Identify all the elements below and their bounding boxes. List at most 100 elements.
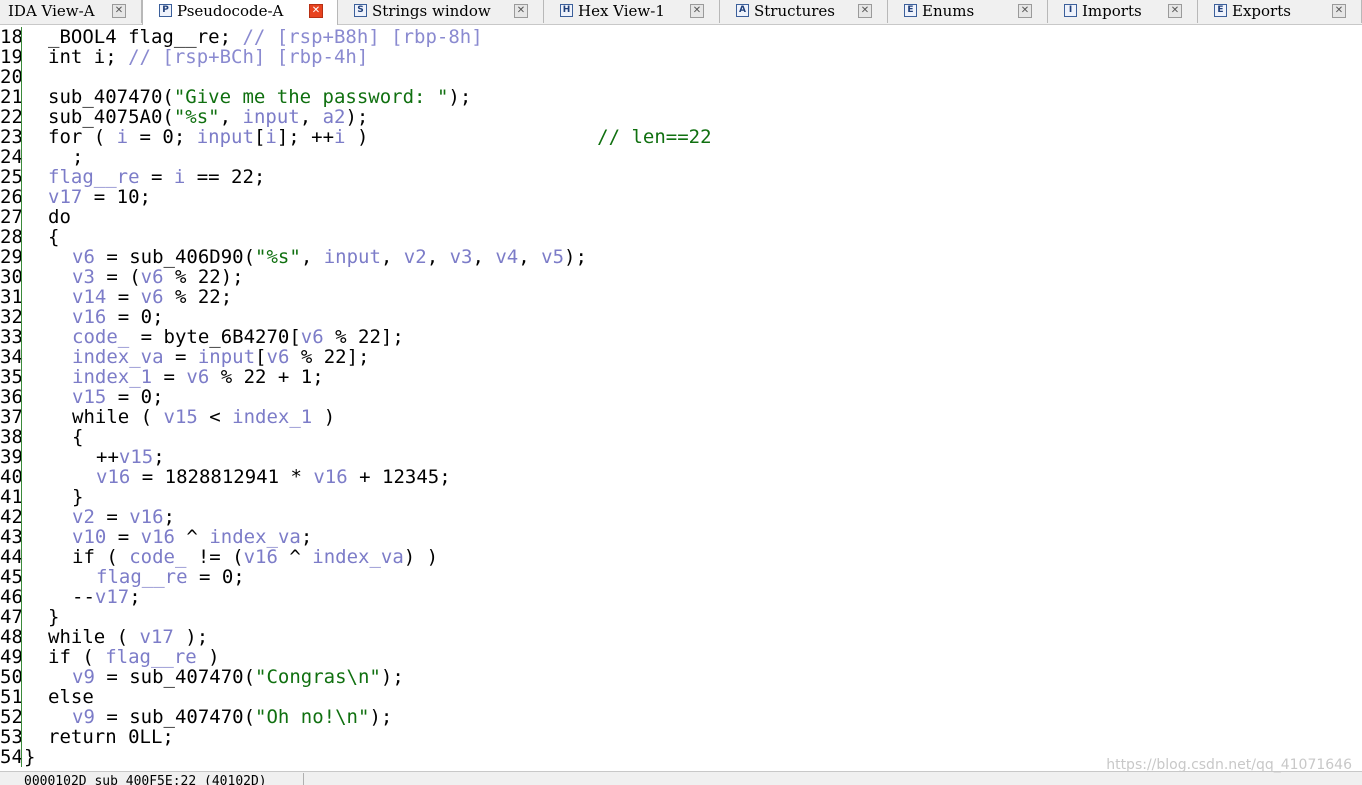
code-line[interactable]: 22 sub_4075A0("%s", input, a2); (0, 107, 1362, 127)
tab-strings-window[interactable]: S Strings window ✕ (338, 0, 544, 23)
variable-token[interactable]: a2 (323, 106, 346, 128)
code-line[interactable]: 44 if ( code_ != (v16 ^ index_va) ) (0, 547, 1362, 567)
variable-token[interactable]: v15 (119, 446, 153, 468)
code-line[interactable]: 46 --v17; (0, 587, 1362, 607)
code-line[interactable]: 50 v9 = sub_407470("Congras\n"); (0, 667, 1362, 687)
variable-token[interactable]: v16 (313, 466, 347, 488)
close-icon[interactable]: ✕ (858, 4, 872, 18)
code-line[interactable]: 33 code_ = byte_6B4270[v6 % 22]; (0, 327, 1362, 347)
code-line[interactable]: 30 v3 = (v6 % 22); (0, 267, 1362, 287)
code-line[interactable]: 32 v16 = 0; (0, 307, 1362, 327)
code-line[interactable]: 48 while ( v17 ); (0, 627, 1362, 647)
variable-token[interactable]: v2 (404, 246, 427, 268)
variable-token[interactable]: v9 (72, 666, 95, 688)
variable-token[interactable]: index_1 (232, 406, 312, 428)
variable-token[interactable]: index_va (312, 546, 404, 568)
code-line[interactable]: 26 v17 = 10; (0, 187, 1362, 207)
variable-token[interactable]: v15 (164, 406, 198, 428)
code-line[interactable]: 43 v10 = v16 ^ index_va; (0, 527, 1362, 547)
tab-structures[interactable]: A Structures ✕ (720, 0, 888, 23)
variable-token[interactable]: v6 (141, 266, 164, 288)
variable-token[interactable]: input (198, 346, 255, 368)
variable-token[interactable]: v3 (450, 246, 473, 268)
variable-token[interactable]: v17 (140, 626, 174, 648)
variable-token[interactable]: v2 (72, 506, 95, 528)
code-line[interactable]: 37 while ( v15 < index_1 ) (0, 407, 1362, 427)
variable-token[interactable]: v6 (301, 326, 324, 348)
variable-token[interactable]: v17 (95, 586, 129, 608)
code-line[interactable]: 38 { (0, 427, 1362, 447)
variable-token[interactable]: v16 (244, 546, 278, 568)
code-line[interactable]: 19 int i; // [rsp+BCh] [rbp-4h] (0, 47, 1362, 67)
variable-token[interactable]: i (334, 126, 345, 148)
tab-ida-view-a[interactable]: IDA View-A ✕ (0, 0, 142, 23)
variable-token[interactable]: v6 (72, 246, 95, 268)
variable-token[interactable]: code_ (129, 546, 186, 568)
code-line[interactable]: 18 _BOOL4 flag__re; // [rsp+B8h] [rbp-8h] (0, 27, 1362, 47)
variable-token[interactable]: index_1 (72, 366, 152, 388)
variable-token[interactable]: flag__re (105, 646, 197, 668)
variable-token[interactable]: i (265, 126, 276, 148)
code-line[interactable]: 21 sub_407470("Give me the password: "); (0, 87, 1362, 107)
variable-token[interactable]: v6 (267, 346, 290, 368)
variable-token[interactable]: v6 (186, 366, 209, 388)
variable-token[interactable]: v3 (72, 266, 95, 288)
code-line[interactable]: 27 do (0, 207, 1362, 227)
code-line[interactable]: 25 flag__re = i == 22; (0, 167, 1362, 187)
variable-token[interactable]: input (197, 126, 254, 148)
code-line[interactable]: 52 v9 = sub_407470("Oh no!\n"); (0, 707, 1362, 727)
code-line[interactable]: 35 index_1 = v6 % 22 + 1; (0, 367, 1362, 387)
variable-token[interactable]: v16 (96, 466, 130, 488)
variable-token[interactable]: index_va (72, 346, 164, 368)
close-icon[interactable]: ✕ (1332, 4, 1346, 18)
variable-token[interactable]: v9 (72, 706, 95, 728)
code-line[interactable]: 23 for ( i = 0; input[i]; ++i ) // len==2… (0, 127, 1362, 147)
variable-token[interactable]: index_va (209, 526, 301, 548)
code-line[interactable]: 34 index_va = input[v6 % 22]; (0, 347, 1362, 367)
variable-token[interactable]: v16 (141, 526, 175, 548)
code-line[interactable]: 31 v14 = v6 % 22; (0, 287, 1362, 307)
variable-token[interactable]: v10 (72, 526, 106, 548)
code-line[interactable]: 39 ++v15; (0, 447, 1362, 467)
tab-enums[interactable]: E Enums ✕ (888, 0, 1048, 23)
variable-token[interactable]: v4 (495, 246, 518, 268)
code-line[interactable]: 53 return 0LL; (0, 727, 1362, 747)
code-line[interactable]: 24; (0, 147, 1362, 167)
code-line[interactable]: 36 v15 = 0; (0, 387, 1362, 407)
variable-token[interactable]: flag__re (96, 566, 188, 588)
variable-token[interactable]: v15 (72, 386, 106, 408)
code-line[interactable]: 51 else (0, 687, 1362, 707)
code-line[interactable]: 20 (0, 67, 1362, 87)
close-icon[interactable]: ✕ (514, 4, 528, 18)
code-line[interactable]: 47} (0, 607, 1362, 627)
tab-exports[interactable]: E Exports ✕ (1198, 0, 1362, 23)
tab-pseudocode-a[interactable]: P Pseudocode-A ✕ (142, 0, 338, 25)
code-line[interactable]: 49 if ( flag__re ) (0, 647, 1362, 667)
variable-token[interactable]: flag__re (48, 166, 140, 188)
close-icon[interactable]: ✕ (690, 4, 704, 18)
close-icon[interactable]: ✕ (1168, 4, 1182, 18)
code-line[interactable]: 28 { (0, 227, 1362, 247)
variable-token[interactable]: v5 (541, 246, 564, 268)
variable-token[interactable]: i (117, 126, 128, 148)
tab-imports[interactable]: I Imports ✕ (1048, 0, 1198, 23)
code-line[interactable]: 45 flag__re = 0; (0, 567, 1362, 587)
tab-hex-view-1[interactable]: H Hex View-1 ✕ (544, 0, 720, 23)
variable-token[interactable]: input (324, 246, 381, 268)
close-icon[interactable]: ✕ (309, 4, 323, 18)
variable-token[interactable]: v14 (72, 286, 106, 308)
code-line[interactable]: 42 v2 = v16; (0, 507, 1362, 527)
variable-token[interactable]: v16 (72, 306, 106, 328)
close-icon[interactable]: ✕ (112, 4, 126, 18)
variable-token[interactable]: v17 (48, 186, 82, 208)
code-line[interactable]: 41} (0, 487, 1362, 507)
variable-token[interactable]: code_ (72, 326, 129, 348)
pseudocode-view[interactable]: 18 _BOOL4 flag__re; // [rsp+B8h] [rbp-8h]… (0, 25, 1362, 771)
variable-token[interactable]: v6 (141, 286, 164, 308)
variable-token[interactable]: i (174, 166, 185, 188)
code-line[interactable]: 40 v16 = 1828812941 * v16 + 12345; (0, 467, 1362, 487)
code-line[interactable]: 29 v6 = sub_406D90("%s", input, v2, v3, v… (0, 247, 1362, 267)
close-icon[interactable]: ✕ (1018, 4, 1032, 18)
variable-token[interactable]: input (243, 106, 300, 128)
variable-token[interactable]: v16 (129, 506, 163, 528)
